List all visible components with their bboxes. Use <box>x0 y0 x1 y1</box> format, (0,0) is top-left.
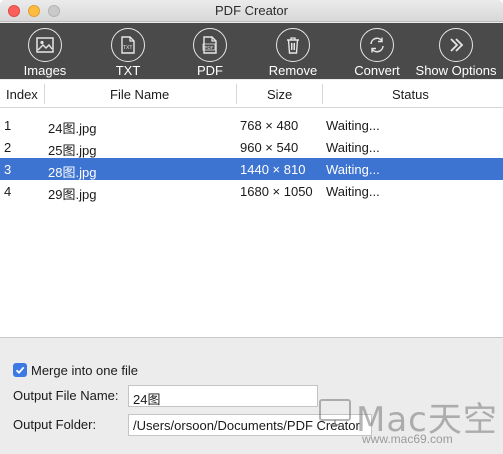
remove-button[interactable]: Remove <box>266 23 320 79</box>
row-index: 4 <box>4 184 12 199</box>
merge-checkbox-label[interactable]: Merge into one file <box>31 363 138 378</box>
row-status: Waiting... <box>326 140 380 155</box>
row-status: Waiting... <box>326 118 380 133</box>
show-options-button-label: Show Options <box>415 63 497 78</box>
pdf-file-icon: PDF <box>193 28 227 62</box>
image-icon <box>28 28 62 62</box>
svg-text:PDF: PDF <box>205 45 214 50</box>
row-index: 3 <box>4 162 12 177</box>
row-size: 1440 × 810 <box>240 162 306 177</box>
window-title: PDF Creator <box>215 3 288 18</box>
txt-button-label: TXT <box>115 63 141 78</box>
table-row-selected[interactable]: 3 28图.jpg 1440 × 810 Waiting... <box>0 158 503 180</box>
txt-file-icon: TXT <box>111 28 145 62</box>
table-header: Index File Name Size Status <box>0 80 503 108</box>
table-row[interactable]: 1 24图.jpg 768 × 480 Waiting... <box>0 114 503 136</box>
column-header-status[interactable]: Status <box>392 87 429 102</box>
row-size: 768 × 480 <box>240 118 299 133</box>
app-window: PDF Creator Images TXT TXT PDF PDF Remov… <box>0 0 503 454</box>
options-panel: Merge into one file Output File Name: 24… <box>0 339 503 454</box>
row-file-name: 28图.jpg <box>48 165 97 180</box>
convert-button-label: Convert <box>354 63 400 78</box>
table-row[interactable]: 2 25图.jpg 960 × 540 Waiting... <box>0 136 503 158</box>
row-file-name: 29图.jpg <box>48 187 97 202</box>
title-bar: PDF Creator <box>0 0 503 22</box>
column-divider[interactable] <box>322 84 323 104</box>
convert-icon <box>360 28 394 62</box>
double-chevron-icon <box>439 28 473 62</box>
file-table: Index File Name Size Status 1 24图.jpg 76… <box>0 80 503 338</box>
table-row[interactable]: 4 29图.jpg 1680 × 1050 Waiting... <box>0 180 503 202</box>
column-header-file-name[interactable]: File Name <box>110 87 169 102</box>
row-status: Waiting... <box>326 162 380 177</box>
output-folder-field[interactable]: /Users/orsoon/Documents/PDF Creator <box>128 414 372 436</box>
column-header-size[interactable]: Size <box>267 87 292 102</box>
output-file-name-field[interactable]: 24图 <box>128 385 318 407</box>
row-index: 1 <box>4 118 12 133</box>
row-file-name: 25图.jpg <box>48 143 97 158</box>
pdf-button[interactable]: PDF PDF <box>186 23 234 79</box>
show-options-button[interactable]: Show Options <box>412 23 500 79</box>
toolbar: Images TXT TXT PDF PDF Remove Convert Sh… <box>0 23 503 79</box>
column-divider[interactable] <box>236 84 237 104</box>
remove-button-label: Remove <box>268 63 318 78</box>
images-button-label: Images <box>23 63 67 78</box>
convert-button[interactable]: Convert <box>350 23 404 79</box>
images-button[interactable]: Images <box>18 23 72 79</box>
row-size: 960 × 540 <box>240 140 299 155</box>
txt-button[interactable]: TXT TXT <box>104 23 152 79</box>
row-index: 2 <box>4 140 12 155</box>
column-divider[interactable] <box>44 84 45 104</box>
column-header-index[interactable]: Index <box>6 87 38 102</box>
trash-icon <box>276 28 310 62</box>
svg-text:TXT: TXT <box>123 45 132 51</box>
output-folder-label: Output Folder: <box>13 417 97 432</box>
merge-checkbox[interactable] <box>13 363 27 377</box>
output-file-name-label: Output File Name: <box>13 388 119 403</box>
row-file-name: 24图.jpg <box>48 121 97 136</box>
pdf-button-label: PDF <box>197 63 223 78</box>
row-status: Waiting... <box>326 184 380 199</box>
checkmark-icon <box>15 366 25 375</box>
row-size: 1680 × 1050 <box>240 184 313 199</box>
